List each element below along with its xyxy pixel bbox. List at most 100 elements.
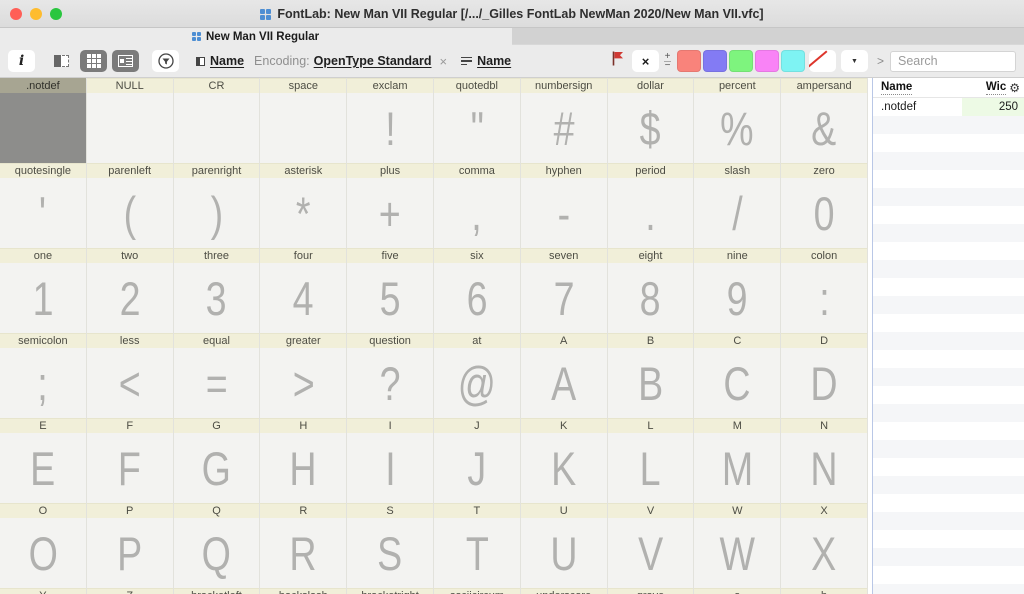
glyph-cell-V[interactable]: VV [607, 503, 695, 588]
glyph-cell-E[interactable]: EE [0, 418, 87, 503]
glyph-cell-N[interactable]: NN [781, 418, 868, 503]
color-swatch-3[interactable] [754, 50, 779, 72]
glyph-cell-H[interactable]: HH [260, 418, 348, 503]
glyph-cell-b[interactable]: b [781, 588, 868, 594]
color-swatch-4[interactable] [780, 50, 805, 72]
tab-font-window[interactable]: New Man VII Regular [0, 28, 512, 45]
glyph-cell-Z[interactable]: Z [86, 588, 174, 594]
glyph-cell-.notdef[interactable]: .notdef [0, 78, 87, 163]
flag-stepper[interactable]: + − [663, 51, 671, 70]
glyph-cell-zero[interactable]: zero 0 [781, 163, 868, 248]
glyph-cell-five[interactable]: five 5 [347, 248, 434, 333]
column-header-name[interactable]: Name [881, 81, 913, 95]
list-view-button[interactable] [112, 50, 139, 72]
glyph-cell-P[interactable]: PP [86, 503, 174, 588]
glyph-cell-nine[interactable]: nine 9 [694, 248, 782, 333]
color-swatch-1[interactable] [702, 50, 727, 72]
glyph-cell-D[interactable]: DD [781, 333, 868, 418]
glyph-cell-X[interactable]: XX [781, 503, 868, 588]
no-color-button[interactable] [808, 50, 836, 72]
glyph-cell-seven[interactable]: seven 7 [520, 248, 608, 333]
sidebar-panel-button[interactable] [48, 50, 75, 72]
color-swatch-0[interactable] [676, 50, 701, 72]
glyph-cell-dollar[interactable]: dollar $ [607, 78, 695, 163]
table-row-notdef[interactable]: .notdef 250 [873, 98, 1024, 116]
font-info-button[interactable]: i [8, 50, 35, 72]
glyph-cell-numbersign[interactable]: numbersign # [520, 78, 608, 163]
glyph-cell-greater[interactable]: greater > [260, 333, 348, 418]
glyph-cell-plus[interactable]: plus + [347, 163, 434, 248]
glyph-cell-L[interactable]: LL [607, 418, 695, 503]
glyph-cell-K[interactable]: KK [520, 418, 608, 503]
glyph-width-cell[interactable]: 250 [962, 98, 1024, 116]
glyph-cell-T[interactable]: TT [434, 503, 521, 588]
glyph-cell-asterisk[interactable]: asterisk * [260, 163, 348, 248]
column-header-width[interactable]: Wic [985, 81, 1007, 95]
glyph-cell-two[interactable]: two 2 [86, 248, 174, 333]
glyph-cell-G[interactable]: GG [173, 418, 261, 503]
glyph-cell-parenleft[interactable]: parenleft ( [86, 163, 174, 248]
glyph-cell-percent[interactable]: percent% [694, 78, 782, 163]
stepper-plus-icon[interactable]: + [665, 51, 671, 61]
glyph-cell-C[interactable]: CC [694, 333, 782, 418]
clear-flag-button[interactable]: × [631, 50, 659, 72]
glyph-cell-quotesingle[interactable]: quotesingle ' [0, 163, 87, 248]
glyph-cell-exclam[interactable]: exclam! [347, 78, 434, 163]
glyph-cell-backslash[interactable]: backslash [260, 588, 348, 594]
glyph-cell-parenright[interactable]: parenright) [173, 163, 261, 248]
glyph-cell-bracketright[interactable]: bracketright [347, 588, 434, 594]
search-input[interactable] [890, 50, 1016, 72]
glyph-cell-a[interactable]: a [694, 588, 782, 594]
glyph-cell-four[interactable]: four 4 [260, 248, 348, 333]
expand-chevron-icon[interactable]: > [877, 54, 884, 68]
flag-marker-button[interactable] [610, 50, 624, 72]
glyph-cell-space[interactable]: space [260, 78, 348, 163]
glyph-cell-semicolon[interactable]: semicolon; [0, 333, 87, 418]
glyph-cell-bracketleft[interactable]: bracketleft [173, 588, 261, 594]
glyph-cell-Q[interactable]: QQ [173, 503, 261, 588]
glyph-cell-CR[interactable]: CR [173, 78, 261, 163]
glyph-cell-Y[interactable]: Y [0, 588, 87, 594]
stepper-minus-icon[interactable]: − [665, 60, 671, 70]
glyph-cell-I[interactable]: II [347, 418, 434, 503]
glyph-cell-J[interactable]: JJ [434, 418, 521, 503]
glyph-cell-A[interactable]: AA [520, 333, 608, 418]
glyph-cell-hyphen[interactable]: hyphen - [520, 163, 608, 248]
glyph-cell-slash[interactable]: slash / [694, 163, 782, 248]
glyph-cell-comma[interactable]: comma, [434, 163, 521, 248]
glyph-cell-S[interactable]: SS [347, 503, 434, 588]
gear-icon[interactable]: ⚙ [1009, 81, 1020, 95]
glyph-cell-R[interactable]: RR [260, 503, 348, 588]
encoding-selector[interactable]: OpenType Standard [314, 54, 432, 68]
glyph-cell-B[interactable]: BB [607, 333, 695, 418]
glyph-cell-period[interactable]: period. [607, 163, 695, 248]
glyph-cell-one[interactable]: one 1 [0, 248, 87, 333]
glyph-cell-colon[interactable]: colon: [781, 248, 868, 333]
glyph-cell-M[interactable]: MM [694, 418, 782, 503]
glyph-cell-grave[interactable]: grave [607, 588, 695, 594]
glyph-cell-NULL[interactable]: NULL [86, 78, 174, 163]
glyph-cell-quotedbl[interactable]: quotedbl " [434, 78, 521, 163]
glyph-cell-asciicircum[interactable]: asciicircum [434, 588, 521, 594]
glyph-cell-equal[interactable]: equal = [173, 333, 261, 418]
grid-view-button[interactable] [80, 50, 107, 72]
glyph-cell-three[interactable]: three 3 [173, 248, 261, 333]
glyph-cell-F[interactable]: FF [86, 418, 174, 503]
glyph-cell-O[interactable]: OO [0, 503, 87, 588]
color-dropdown-button[interactable]: ▼ [840, 50, 868, 72]
glyph-cell-at[interactable]: at @ [434, 333, 521, 418]
glyph-cell-six[interactable]: six 6 [434, 248, 521, 333]
glyph-cell-U[interactable]: UU [520, 503, 608, 588]
glyph-cell-W[interactable]: WW [694, 503, 782, 588]
encoding-close-icon[interactable]: × [440, 54, 448, 69]
glyph-cell-underscore[interactable]: underscore [520, 588, 608, 594]
glyph-cell-ampersand[interactable]: ampersand & [781, 78, 868, 163]
glyph-cell-less[interactable]: less < [86, 333, 174, 418]
glyph-cell-eight[interactable]: eight 8 [607, 248, 695, 333]
filter-button[interactable] [152, 50, 179, 72]
color-swatch-2[interactable] [728, 50, 753, 72]
sort-by-name-toggle[interactable]: Name [461, 54, 511, 68]
glyph-name-cell[interactable]: .notdef [873, 101, 962, 113]
glyph-cell-question[interactable]: question? [347, 333, 434, 418]
show-name-toggle-left[interactable]: Name [196, 54, 244, 68]
